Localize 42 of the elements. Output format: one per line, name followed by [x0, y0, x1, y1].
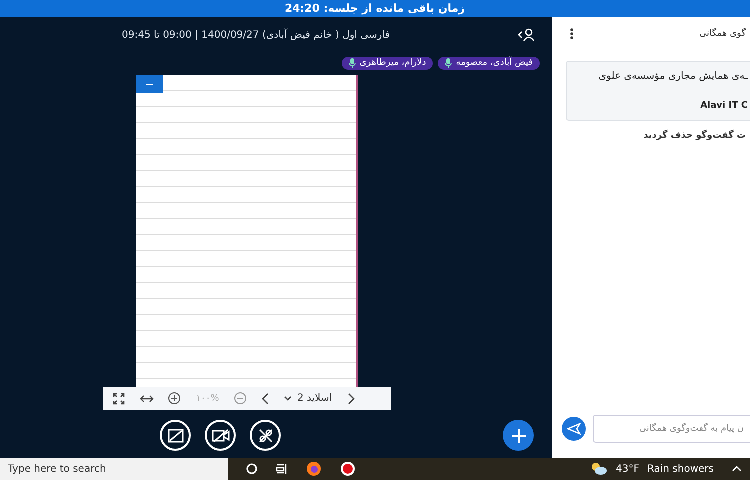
task-view-icon[interactable] [276, 463, 288, 475]
screen-share-button[interactable] [160, 420, 191, 451]
screen-share-off-icon [168, 428, 184, 442]
audio-off-icon [258, 428, 274, 444]
browser-icon[interactable] [306, 461, 322, 477]
chevron-up-icon[interactable] [732, 465, 742, 473]
mute-button[interactable] [250, 420, 281, 451]
taskbar-search-field[interactable]: Type here to search [0, 458, 228, 480]
zoom-out-icon[interactable] [234, 392, 247, 405]
add-button[interactable] [503, 420, 534, 451]
chat-title: گوی همگانی [699, 29, 746, 39]
caret-icon [284, 396, 292, 402]
slide-selector[interactable]: اسلاید 2 [284, 393, 332, 404]
fit-screen-icon[interactable] [113, 392, 125, 404]
temperature: 43°F [616, 464, 640, 474]
camera-off-icon [212, 428, 230, 442]
talker-pill[interactable]: دلارام، میرطاهری [342, 56, 434, 70]
talker-name: دلارام، میرطاهری [360, 58, 426, 68]
time-remaining: زمان باقی مانده از جلسه: 24:20 [284, 2, 466, 15]
talker-pill[interactable]: فیض آبادی، معصومه [438, 56, 540, 70]
user-icon[interactable] [518, 28, 536, 42]
meeting-title: فارسی اول ( خانم فیض آبادی) 1400/09/27 | 09:00 تا 09:45 [122, 30, 390, 40]
welcome-text: ـه‌ی همایش مجاری مؤسسه‌ی علوی [598, 71, 748, 82]
circle-icon[interactable] [246, 463, 258, 475]
zoom-in-icon[interactable] [168, 392, 182, 405]
next-slide-icon[interactable] [346, 392, 355, 404]
microphone-icon [348, 58, 356, 68]
fit-width-icon[interactable] [140, 394, 154, 404]
message-input-field[interactable]: ن پیام به گفت‌وگوی همگانی [593, 415, 750, 443]
talker-name: فیض آبادی، معصومه [456, 58, 533, 68]
zoom-level: ۱۰۰% [196, 394, 220, 404]
previous-slide-icon[interactable] [262, 392, 270, 404]
microphone-icon [445, 58, 452, 68]
camera-off-button[interactable] [205, 420, 236, 451]
weather-text: Rain showers [648, 464, 714, 474]
record-icon[interactable] [340, 461, 356, 477]
welcome-text: Alavi IT C [700, 100, 748, 111]
send-button[interactable] [562, 417, 586, 441]
more-options-icon[interactable] [570, 28, 574, 40]
plus-icon [510, 428, 526, 444]
chat-cleared-message: ت گفت‌وگو حذف گردید [644, 131, 747, 141]
send-icon [567, 423, 581, 435]
